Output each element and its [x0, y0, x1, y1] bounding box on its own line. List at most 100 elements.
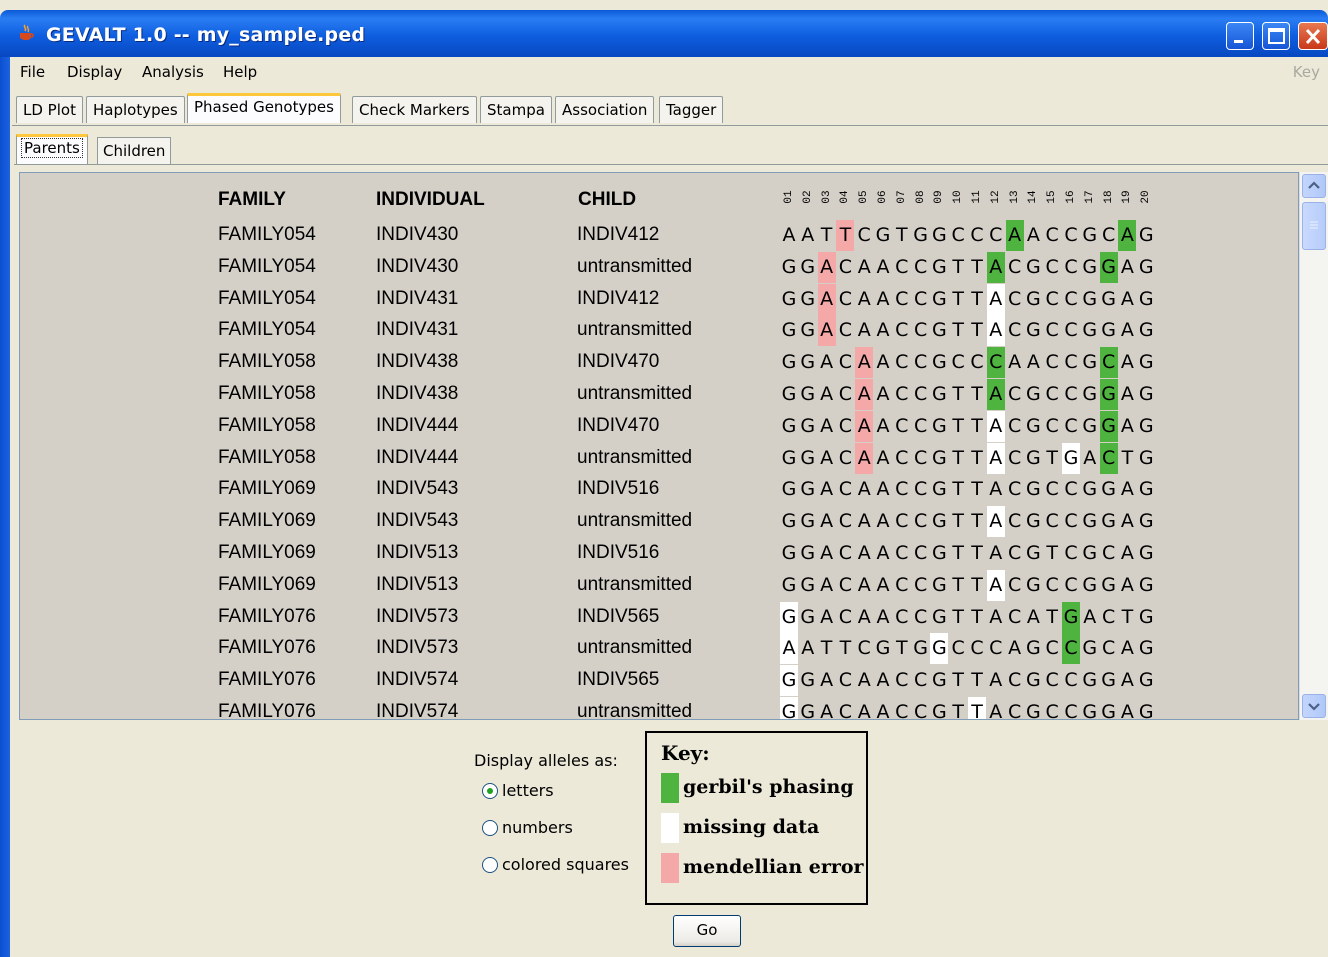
- menu-help[interactable]: Help: [223, 63, 257, 81]
- allele-cell: C: [1099, 442, 1118, 474]
- allele-cell: A: [857, 701, 871, 720]
- allele-cell: G: [800, 351, 816, 374]
- allele-cell: A: [986, 379, 1005, 410]
- radio-letters[interactable]: letters: [482, 781, 554, 800]
- menu-file[interactable]: File: [20, 63, 45, 81]
- allele-cell: A: [876, 669, 890, 692]
- cell-individual: INDIV543: [376, 510, 459, 532]
- marker-header: 18: [1100, 187, 1118, 207]
- allele-cell: G: [932, 319, 947, 342]
- allele-cell: G: [1101, 701, 1116, 720]
- allele-cell: G: [1082, 478, 1098, 501]
- allele-cell: C: [1045, 669, 1059, 692]
- cell-child: untransmitted: [577, 510, 693, 532]
- allele-cell: G: [1099, 410, 1118, 442]
- allele-cell: G: [781, 319, 797, 342]
- cell-individual: INDIV431: [376, 319, 459, 341]
- allele-cell: T: [971, 669, 983, 692]
- allele-cell: C: [1064, 224, 1078, 246]
- allele-cell: G: [1026, 669, 1041, 692]
- allele-cell: A: [820, 414, 834, 437]
- title-bar[interactable]: GEVALT 1.0 -- my_sample.ped: [0, 10, 1328, 57]
- allele-cell: A: [876, 573, 890, 596]
- cell-family: FAMILY069: [218, 510, 316, 532]
- allele-cell: A: [820, 542, 834, 564]
- allele-cell: G: [875, 224, 891, 246]
- marker-number: 09: [933, 190, 946, 204]
- allele-cell: T: [971, 414, 983, 437]
- allele-cell: C: [1101, 224, 1116, 246]
- scroll-up-button[interactable]: [1302, 174, 1326, 198]
- tab-haplotypes[interactable]: Haplotypes: [86, 96, 185, 123]
- marker-number: 03: [820, 190, 833, 204]
- allele-cell: C: [1007, 701, 1022, 720]
- minimize-button[interactable]: [1226, 22, 1254, 50]
- allele-cell: A: [1008, 351, 1022, 374]
- marker-number: 14: [1027, 190, 1040, 204]
- menu-analysis[interactable]: Analysis: [142, 63, 204, 81]
- allele-cell: C: [970, 637, 984, 660]
- chevron-up-icon: [1308, 181, 1320, 189]
- allele-cell: C: [970, 224, 984, 246]
- allele-cell: C: [951, 351, 965, 374]
- allele-cell: G: [800, 255, 816, 278]
- subtab-parents[interactable]: Parents: [16, 134, 88, 164]
- allele-cell: C: [895, 351, 909, 374]
- allele-cell: G: [932, 605, 947, 628]
- key-missing-data: missing data: [683, 816, 820, 838]
- key-gerbil-phasing: gerbil's phasing: [683, 776, 854, 798]
- cell-child: untransmitted: [577, 255, 693, 277]
- allele-cell: T: [971, 510, 983, 533]
- allele-cell: G: [1138, 478, 1154, 501]
- vertical-scrollbar[interactable]: [1299, 172, 1328, 720]
- allele-cell: A: [857, 478, 871, 501]
- radio-unchecked-icon: [482, 857, 498, 873]
- marker-header: 08: [912, 187, 930, 207]
- allele-cell: T: [1121, 446, 1134, 469]
- tab-phased-genotypes[interactable]: Phased Genotypes: [187, 93, 341, 123]
- tab-ld-plot[interactable]: LD Plot: [16, 96, 83, 123]
- allele-cell: T: [971, 478, 983, 501]
- allele-cell: A: [820, 701, 834, 720]
- close-icon: [1305, 28, 1321, 45]
- maximize-button[interactable]: [1262, 22, 1290, 50]
- tab-association[interactable]: Association: [555, 96, 655, 123]
- cell-family: FAMILY076: [218, 669, 316, 691]
- allele-cell: A: [801, 637, 815, 660]
- cell-child: untransmitted: [577, 319, 693, 341]
- scroll-thumb[interactable]: [1302, 202, 1326, 250]
- allele-cell: G: [932, 255, 947, 278]
- allele-cell: A: [780, 633, 798, 665]
- marker-header: 19: [1118, 187, 1136, 207]
- allele-cell: A: [820, 573, 834, 596]
- tab-tagger[interactable]: Tagger: [659, 96, 724, 123]
- go-button[interactable]: Go: [673, 915, 741, 947]
- marker-header: 03: [818, 187, 836, 207]
- allele-cell: C: [1007, 383, 1022, 405]
- marker-header: 06: [874, 187, 892, 207]
- marker-number: 02: [801, 190, 814, 204]
- maximize-icon: [1268, 28, 1285, 44]
- allele-cell: T: [1046, 446, 1058, 469]
- allele-cell: A: [1120, 637, 1134, 660]
- subtab-children[interactable]: Children: [97, 137, 172, 164]
- tab-stampa[interactable]: Stampa: [480, 96, 552, 123]
- radio-numbers[interactable]: numbers: [482, 818, 573, 837]
- tab-check-markers[interactable]: Check Markers: [352, 96, 477, 123]
- allele-cell: G: [800, 542, 816, 564]
- allele-cell: T: [1046, 542, 1058, 564]
- allele-cell: G: [1101, 573, 1116, 596]
- allele-cell: C: [1007, 446, 1022, 469]
- allele-cell: T: [820, 224, 833, 246]
- scroll-down-button[interactable]: [1302, 694, 1326, 718]
- genotype-table[interactable]: FAMILY INDIVIDUAL CHILD 01 02 03 04 05 06 07 08…: [19, 172, 1299, 720]
- close-button[interactable]: [1298, 22, 1328, 50]
- menu-display[interactable]: Display: [67, 63, 122, 81]
- radio-colored-squares[interactable]: colored squares: [482, 855, 629, 874]
- allele-cell: A: [1120, 319, 1134, 342]
- allele-cell: G: [932, 351, 947, 374]
- marker-number: 18: [1102, 190, 1115, 204]
- cell-individual: INDIV574: [376, 669, 459, 691]
- allele-cell: A: [1120, 510, 1134, 533]
- allele-cell: C: [838, 573, 853, 596]
